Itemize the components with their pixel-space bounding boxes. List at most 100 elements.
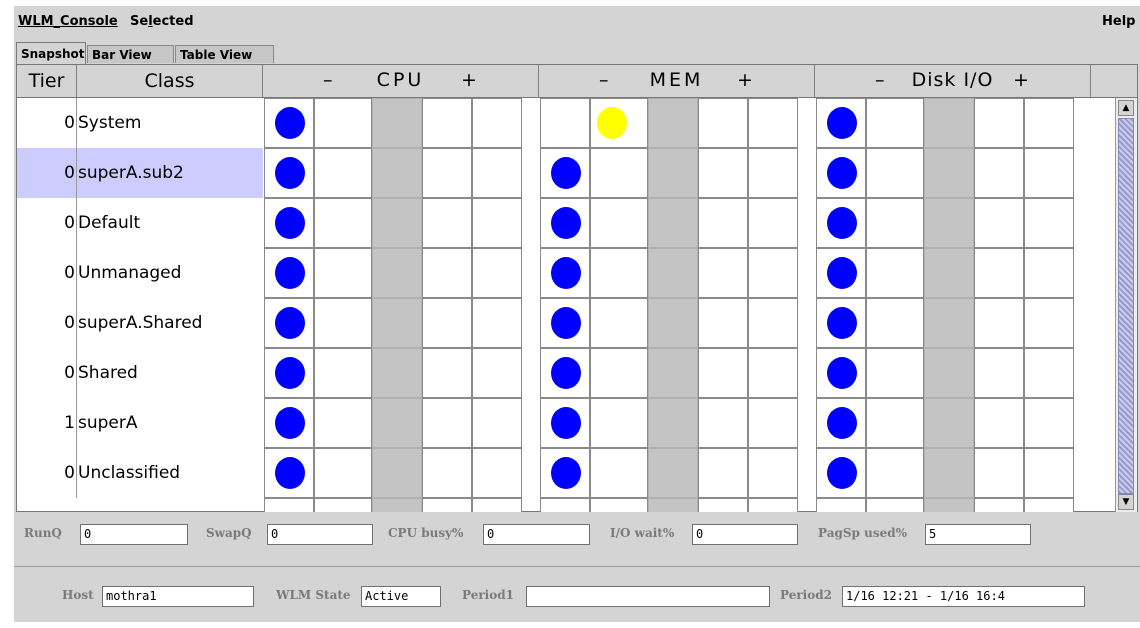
cpu-gauge-cell bbox=[264, 398, 314, 448]
class-name-cell[interactable]: System bbox=[77, 98, 263, 148]
menu-help[interactable]: Help bbox=[1102, 14, 1135, 29]
mem-gauge-cell bbox=[748, 298, 798, 348]
mem-gauge-cell bbox=[540, 198, 590, 248]
mem-gauge-cell bbox=[748, 248, 798, 298]
cpu-gauge-cell bbox=[472, 498, 522, 512]
disk-status-indicator-icon bbox=[827, 357, 857, 389]
io-wait-label: I/O wait% bbox=[610, 526, 675, 540]
cpu-gauge-cell bbox=[472, 298, 522, 348]
scroll-up-arrow-icon[interactable]: ▲ bbox=[1118, 100, 1134, 116]
disk-gauge-cell bbox=[924, 248, 974, 298]
mem-gauge-cell bbox=[698, 298, 748, 348]
cpu-gauge-cell bbox=[314, 348, 372, 398]
wlm-console-window: WLM_Console Selected Help Snapshot Bar V… bbox=[14, 6, 1140, 622]
mem-gauge-cell bbox=[648, 198, 698, 248]
disk-status-indicator-icon bbox=[827, 157, 857, 189]
mem-gauge-cell bbox=[590, 348, 648, 398]
mem-gauge-cell bbox=[698, 498, 748, 512]
cpu-gauge-cell bbox=[422, 248, 472, 298]
runq-field[interactable]: 0 bbox=[80, 524, 188, 545]
snapshot-table: Tier Class – CPU + – MEM + – Disk I/O + … bbox=[16, 64, 1138, 512]
mem-gauge-cell bbox=[698, 198, 748, 248]
cpu-busy-field[interactable]: 0 bbox=[483, 524, 590, 545]
header-cpu-group: – CPU + bbox=[263, 65, 539, 97]
mem-gauge-cell bbox=[698, 348, 748, 398]
table-row[interactable]: 0 superA.Shared bbox=[17, 298, 1115, 348]
table-header: Tier Class – CPU + – MEM + – Disk I/O + bbox=[17, 65, 1137, 98]
mem-gauge-cell bbox=[748, 448, 798, 498]
mem-gauge-cell bbox=[540, 248, 590, 298]
mem-gauge-cell bbox=[540, 498, 590, 512]
class-name-cell[interactable]: superA bbox=[77, 398, 263, 448]
disk-gauge-cell bbox=[816, 448, 866, 498]
disk-gauge-cell bbox=[866, 248, 924, 298]
table-row[interactable]: 0 superA.sub2 bbox=[17, 148, 1115, 198]
table-row[interactable]: 0 Default bbox=[17, 198, 1115, 248]
mem-status-indicator-icon bbox=[597, 107, 627, 139]
disk-status-indicator-icon bbox=[827, 207, 857, 239]
menu-wlm-console[interactable]: WLM_Console bbox=[18, 14, 118, 29]
disk-gauge-cell bbox=[974, 448, 1024, 498]
mem-gauge-cell bbox=[698, 248, 748, 298]
mem-gauge-cell bbox=[648, 298, 698, 348]
cpu-plus-button[interactable]: + bbox=[461, 69, 477, 91]
wlm-state-label: WLM State bbox=[276, 588, 351, 602]
host-field[interactable]: mothra1 bbox=[102, 586, 254, 607]
class-name-cell[interactable]: Unclassified bbox=[77, 448, 263, 498]
table-row[interactable]: 1 superA bbox=[17, 398, 1115, 448]
mem-status-indicator-icon bbox=[551, 307, 581, 339]
tier-cell: 0 bbox=[17, 348, 77, 398]
runq-label: RunQ bbox=[24, 526, 62, 540]
mem-gauge-cell bbox=[590, 398, 648, 448]
table-row-partial bbox=[17, 498, 1115, 512]
cpu-gauge-cell bbox=[422, 398, 472, 448]
class-name-cell[interactable]: Unmanaged bbox=[77, 248, 263, 298]
cpu-gauge-cell bbox=[372, 98, 422, 148]
tab-snapshot[interactable]: Snapshot bbox=[16, 42, 86, 64]
cpu-gauge-cell bbox=[472, 248, 522, 298]
mem-status-indicator-icon bbox=[551, 157, 581, 189]
mem-gauge-cell bbox=[648, 348, 698, 398]
scroll-thumb[interactable] bbox=[1118, 118, 1134, 494]
cpu-gauge-cell bbox=[314, 398, 372, 448]
swapq-field[interactable]: 0 bbox=[267, 524, 373, 545]
tab-bar-view[interactable]: Bar View bbox=[87, 45, 174, 63]
disk-status-indicator-icon bbox=[827, 457, 857, 489]
table-row[interactable]: 0 System bbox=[17, 98, 1115, 148]
disk-status-indicator-icon bbox=[827, 107, 857, 139]
mem-gauge-cell bbox=[648, 248, 698, 298]
tab-table-view[interactable]: Table View bbox=[175, 45, 274, 63]
disk-gauge-cell bbox=[1024, 148, 1074, 198]
header-class: Class bbox=[77, 65, 263, 97]
cpu-gauge-cell bbox=[472, 398, 522, 448]
disk-gauge-cell bbox=[924, 348, 974, 398]
cpu-gauge-cell bbox=[372, 498, 422, 512]
mem-gauge-cell bbox=[748, 398, 798, 448]
cpu-gauge-cell bbox=[372, 448, 422, 498]
table-row[interactable]: 0 Unmanaged bbox=[17, 248, 1115, 298]
cpu-gauge-cell bbox=[314, 148, 372, 198]
disk-plus-button[interactable]: + bbox=[1013, 69, 1029, 91]
vertical-scrollbar[interactable]: ▲ ▼ bbox=[1115, 98, 1137, 512]
scroll-down-arrow-icon[interactable]: ▼ bbox=[1118, 494, 1134, 510]
wlm-state-field[interactable]: Active bbox=[361, 586, 441, 607]
mem-plus-button[interactable]: + bbox=[737, 69, 753, 91]
header-disk-group: – Disk I/O + bbox=[815, 65, 1091, 97]
pagsp-used-field[interactable]: 5 bbox=[925, 524, 1031, 545]
table-row[interactable]: 0 Shared bbox=[17, 348, 1115, 398]
table-row[interactable]: 0 Unclassified bbox=[17, 448, 1115, 498]
class-name-cell[interactable]: Shared bbox=[77, 348, 263, 398]
period1-field[interactable] bbox=[526, 586, 770, 607]
class-name-cell[interactable]: Default bbox=[77, 198, 263, 248]
class-name-cell[interactable]: superA.sub2 bbox=[77, 148, 263, 198]
disk-gauge-cell bbox=[1024, 448, 1074, 498]
class-name-cell[interactable]: superA.Shared bbox=[77, 298, 263, 348]
menu-selected[interactable]: Selected bbox=[130, 14, 194, 29]
cpu-busy-label: CPU busy% bbox=[388, 526, 464, 540]
io-wait-field[interactable]: 0 bbox=[692, 524, 798, 545]
cpu-status-indicator-icon bbox=[275, 157, 305, 189]
cpu-header-label: CPU bbox=[376, 69, 425, 91]
period2-field[interactable]: 1/16 12:21 - 1/16 16:4 bbox=[842, 586, 1085, 607]
cpu-gauge-cell bbox=[472, 348, 522, 398]
disk-gauge-cell bbox=[866, 348, 924, 398]
